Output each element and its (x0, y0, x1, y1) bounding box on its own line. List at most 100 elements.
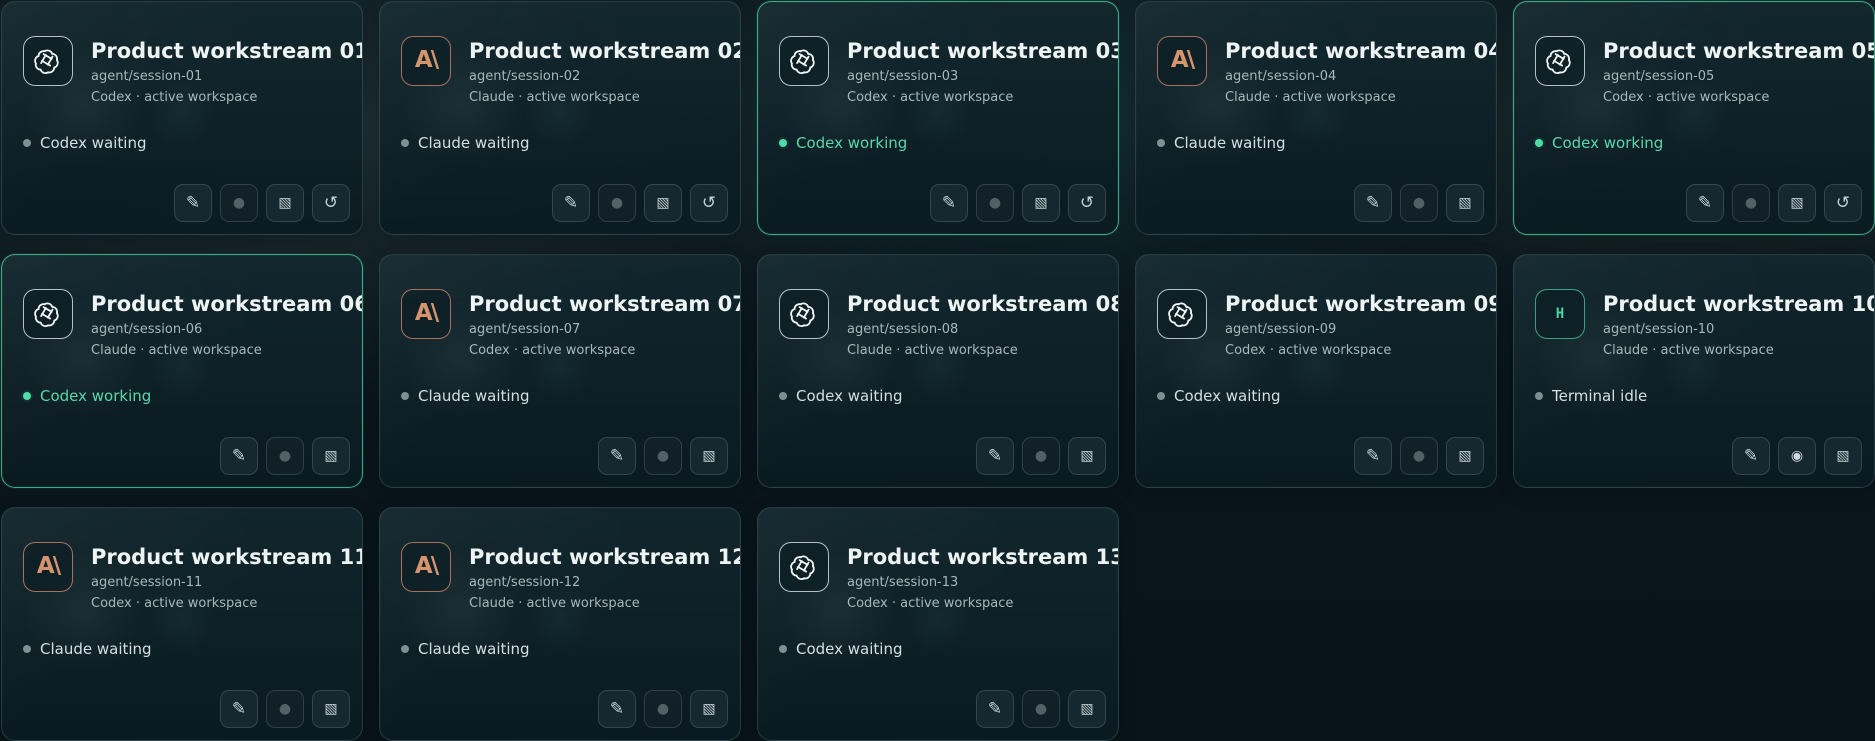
claude-icon: A\ (1157, 36, 1207, 86)
session-path: agent/session-10 (1603, 322, 1715, 337)
status-text: Claude waiting (1174, 134, 1286, 152)
refresh-button[interactable]: ↺ (690, 184, 728, 222)
workstream-card[interactable]: A\ Product workstream 04 agent/session-04 C… (1135, 1, 1497, 235)
workstream-card[interactable]: A\ Product workstream 07 agent/session-07 C… (379, 254, 741, 488)
record-button[interactable]: ● (976, 184, 1014, 222)
hatch-button[interactable]: ▧ (644, 184, 682, 222)
edit-button[interactable]: ✎ (598, 437, 636, 475)
record-button[interactable]: ● (1400, 184, 1438, 222)
claude-logo-mark: A\ (414, 47, 439, 73)
edit-button[interactable]: ✎ (598, 690, 636, 728)
edit-button[interactable]: ✎ (220, 437, 258, 475)
edit-button[interactable]: ✎ (552, 184, 590, 222)
record-button[interactable]: ● (1400, 437, 1438, 475)
record-button[interactable]: ● (1732, 184, 1770, 222)
record-button[interactable]: ● (266, 690, 304, 728)
record-icon: ● (656, 701, 670, 717)
claude-icon: A\ (401, 542, 451, 592)
edit-icon: ✎ (185, 192, 201, 213)
edit-button[interactable]: ✎ (1732, 437, 1770, 475)
status-dot-icon (401, 645, 409, 653)
session-path: agent/session-06 (91, 322, 203, 337)
refresh-button[interactable]: ↺ (312, 184, 350, 222)
card-actions: ✎ ● ▧ (598, 690, 728, 728)
edit-icon: ✎ (987, 698, 1003, 719)
session-path: agent/session-01 (91, 69, 203, 84)
edit-button[interactable]: ✎ (976, 437, 1014, 475)
status-text: Codex working (796, 134, 908, 152)
workstream-card[interactable]: Product workstream 05 agent/session-05 Cod… (1513, 1, 1875, 235)
card-actions: ✎ ◉ ▧ (1732, 437, 1862, 475)
status-row: Codex working (779, 133, 907, 153)
session-path: agent/session-11 (91, 575, 203, 590)
edit-button[interactable]: ✎ (1354, 184, 1392, 222)
workstream-card[interactable]: A\ Product workstream 11 agent/session-11 C… (1, 507, 363, 741)
hatch-icon: ▧ (278, 195, 292, 211)
session-path: agent/session-02 (469, 69, 581, 84)
workstream-card[interactable]: Product workstream 03 agent/session-03 Cod… (757, 1, 1119, 235)
hatch-button[interactable]: ▧ (1068, 437, 1106, 475)
claude-logo-mark: A\ (1170, 47, 1195, 73)
openai-icon (23, 289, 73, 339)
hatch-button[interactable]: ▧ (1068, 690, 1106, 728)
openai-icon (1535, 36, 1585, 86)
workspace-meta: Claude · active workspace (847, 343, 1018, 358)
hatch-icon: ▧ (656, 195, 670, 211)
card-actions: ✎ ● ▧ (220, 690, 350, 728)
record-button[interactable]: ● (598, 184, 636, 222)
workstream-card[interactable]: Product workstream 08 agent/session-08 Cla… (757, 254, 1119, 488)
workstream-card[interactable]: Product workstream 06 agent/session-06 Cla… (1, 254, 363, 488)
workspace-meta: Codex · active workspace (91, 596, 258, 611)
edit-button[interactable]: ✎ (220, 690, 258, 728)
record-button[interactable]: ◉ (1778, 437, 1816, 475)
edit-button[interactable]: ✎ (174, 184, 212, 222)
refresh-icon: ↺ (701, 192, 717, 213)
hatch-icon: ▧ (1458, 448, 1472, 464)
card-title: Product workstream 12 (469, 545, 741, 569)
edit-button[interactable]: ✎ (1686, 184, 1724, 222)
record-button[interactable]: ● (1022, 690, 1060, 728)
record-button[interactable]: ● (266, 437, 304, 475)
workspace-meta: Claude · active workspace (91, 343, 262, 358)
hatch-button[interactable]: ▧ (312, 437, 350, 475)
workstream-card[interactable]: A\ Product workstream 02 agent/session-02 C… (379, 1, 741, 235)
card-title: Product workstream 10 (1603, 292, 1875, 316)
hatch-button[interactable]: ▧ (312, 690, 350, 728)
hatch-button[interactable]: ▧ (1022, 184, 1060, 222)
card-title: Product workstream 07 (469, 292, 741, 316)
refresh-button[interactable]: ↺ (1824, 184, 1862, 222)
record-icon: ● (278, 448, 292, 464)
status-text: Codex waiting (1174, 387, 1281, 405)
workstream-card[interactable]: Product workstream 13 agent/session-13 Cod… (757, 507, 1119, 741)
claude-logo-mark: A\ (414, 300, 439, 326)
status-text: Codex waiting (796, 640, 903, 658)
hatch-button[interactable]: ▧ (690, 690, 728, 728)
edit-button[interactable]: ✎ (976, 690, 1014, 728)
record-button[interactable]: ● (220, 184, 258, 222)
record-button[interactable]: ● (1022, 437, 1060, 475)
hatch-icon: ▧ (1790, 195, 1804, 211)
workstream-card[interactable]: A\ Product workstream 12 agent/session-12 C… (379, 507, 741, 741)
workspace-meta: Codex · active workspace (847, 596, 1014, 611)
hatch-button[interactable]: ▧ (690, 437, 728, 475)
card-title: Product workstream 02 (469, 39, 741, 63)
hatch-button[interactable]: ▧ (1778, 184, 1816, 222)
record-button[interactable]: ● (644, 437, 682, 475)
card-actions: ✎ ● ▧ ↺ (930, 184, 1106, 222)
refresh-button[interactable]: ↺ (1068, 184, 1106, 222)
record-button[interactable]: ● (644, 690, 682, 728)
hatch-icon: ▧ (702, 701, 716, 717)
edit-button[interactable]: ✎ (930, 184, 968, 222)
workstream-card[interactable]: Product workstream 01 agent/session-01 Cod… (1, 1, 363, 235)
hatch-button[interactable]: ▧ (1446, 184, 1484, 222)
workspace-meta: Codex · active workspace (91, 90, 258, 105)
workstream-card[interactable]: H Product workstream 10 agent/session-10 Cl… (1513, 254, 1875, 488)
hatch-button[interactable]: ▧ (1824, 437, 1862, 475)
openai-icon (779, 289, 829, 339)
workstream-card[interactable]: Product workstream 09 agent/session-09 Cod… (1135, 254, 1497, 488)
status-text: Codex working (1552, 134, 1664, 152)
hatch-button[interactable]: ▧ (1446, 437, 1484, 475)
hatch-button[interactable]: ▧ (266, 184, 304, 222)
hatch-icon: ▧ (324, 701, 338, 717)
edit-button[interactable]: ✎ (1354, 437, 1392, 475)
